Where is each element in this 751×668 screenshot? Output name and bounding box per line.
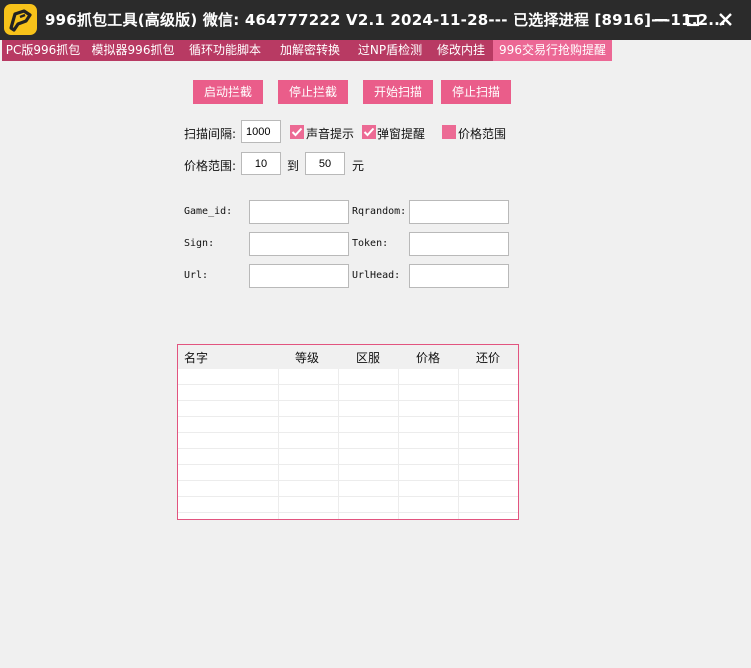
- results-table[interactable]: 名字 等级 区服 价格 还价: [177, 344, 519, 520]
- stop-scan-button[interactable]: 停止扫描: [441, 80, 511, 104]
- tab-modify-plugin[interactable]: 修改内挂: [432, 40, 490, 61]
- url-input[interactable]: [249, 264, 349, 288]
- close-icon[interactable]: [714, 10, 736, 30]
- column-header-name[interactable]: 名字: [184, 349, 208, 366]
- rqrandom-label: Rqrandom:: [352, 206, 407, 217]
- row-divider: [178, 432, 518, 433]
- row-divider: [178, 512, 518, 513]
- table-header: 名字 等级 区服 价格 还价: [178, 345, 518, 369]
- start-intercept-button[interactable]: 启动拦截: [193, 80, 263, 104]
- popup-checkbox[interactable]: [362, 125, 376, 139]
- tab-crypto-convert[interactable]: 加解密转换: [272, 40, 348, 61]
- app-logo-icon: [4, 4, 37, 35]
- price-max-input[interactable]: [305, 152, 345, 175]
- stop-intercept-button[interactable]: 停止拦截: [278, 80, 348, 104]
- row-divider: [178, 448, 518, 449]
- urlhead-label: UrlHead:: [352, 270, 401, 281]
- tab-emulator-996[interactable]: 模拟器996抓包: [88, 40, 178, 61]
- tab-loop-script[interactable]: 循环功能脚本: [182, 40, 268, 61]
- column-header-level[interactable]: 等级: [295, 349, 319, 366]
- row-divider: [178, 464, 518, 465]
- row-divider: [178, 416, 518, 417]
- to-label: 到: [287, 159, 300, 173]
- column-header-price[interactable]: 价格: [416, 349, 440, 366]
- window-title: 996抓包工具(高级版) 微信: 464777222 V2.1 2024-11-…: [45, 11, 726, 29]
- sound-label: 声音提示: [306, 127, 355, 141]
- tab-trade-alert[interactable]: 996交易行抢购提醒: [493, 40, 612, 61]
- table-body[interactable]: [178, 369, 518, 519]
- game-id-label: Game_id:: [184, 206, 233, 217]
- interval-input[interactable]: [241, 120, 281, 143]
- token-input[interactable]: [409, 232, 509, 256]
- column-header-server[interactable]: 区服: [356, 349, 380, 366]
- title-bar: 996抓包工具(高级版) 微信: 464777222 V2.1 2024-11-…: [0, 0, 751, 40]
- rqrandom-input[interactable]: [409, 200, 509, 224]
- sound-checkbox[interactable]: [290, 125, 304, 139]
- url-label: Url:: [184, 270, 209, 281]
- column-header-counter-offer[interactable]: 还价: [476, 349, 500, 366]
- row-divider: [178, 400, 518, 401]
- price-min-input[interactable]: [241, 152, 281, 175]
- tab-bar: PC版996抓包 模拟器996抓包 循环功能脚本 加解密转换 过NP盾检测 修改…: [2, 40, 612, 61]
- tab-pc-996[interactable]: PC版996抓包: [2, 40, 84, 61]
- token-label: Token:: [352, 238, 389, 249]
- maximize-icon[interactable]: [682, 10, 704, 30]
- tab-np-shield[interactable]: 过NP盾检测: [352, 40, 428, 61]
- interval-label: 扫描间隔:: [184, 127, 237, 141]
- price-range-label: 价格范围:: [184, 159, 237, 173]
- game-id-input[interactable]: [249, 200, 349, 224]
- sign-label: Sign:: [184, 238, 215, 249]
- sign-input[interactable]: [249, 232, 349, 256]
- minimize-icon[interactable]: [652, 10, 674, 30]
- price-range-checkbox[interactable]: [442, 125, 456, 139]
- row-divider: [178, 384, 518, 385]
- popup-label: 弹窗提醒: [377, 127, 426, 141]
- unit-label: 元: [352, 159, 365, 173]
- price-range-check-label: 价格范围: [458, 127, 507, 141]
- urlhead-input[interactable]: [409, 264, 509, 288]
- row-divider: [178, 496, 518, 497]
- start-scan-button[interactable]: 开始扫描: [363, 80, 433, 104]
- row-divider: [178, 480, 518, 481]
